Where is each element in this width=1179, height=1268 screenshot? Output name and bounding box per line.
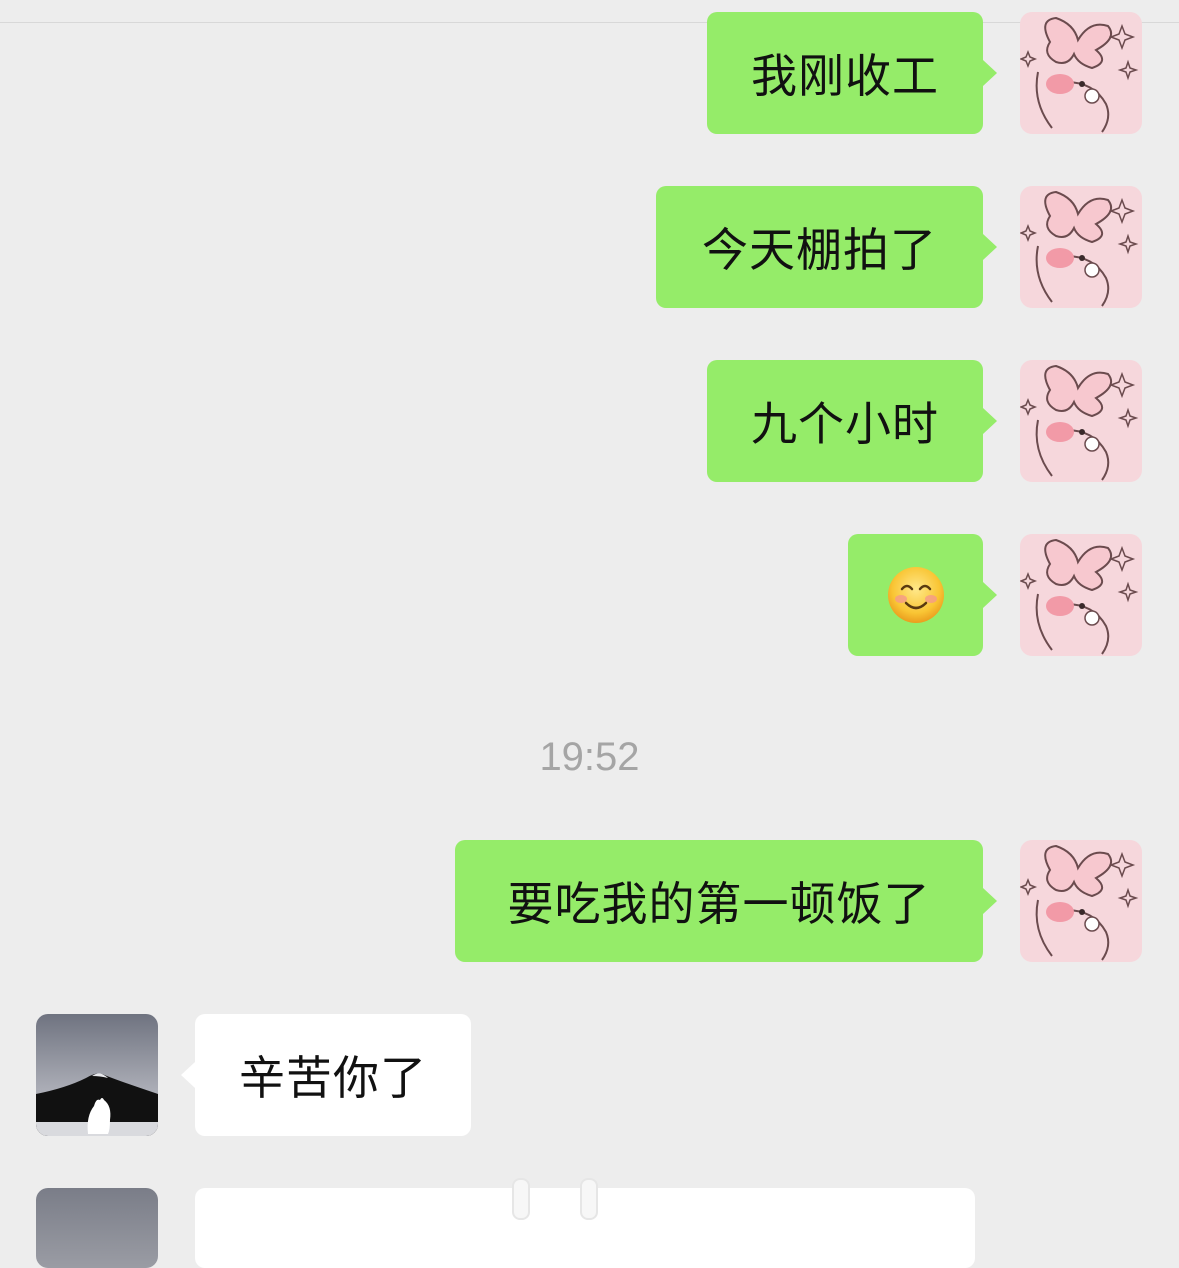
contact-avatar[interactable]: [36, 1188, 158, 1268]
smiling-face-emoji-icon: [887, 567, 944, 623]
bunny-bow-avatar-icon: [1020, 12, 1142, 134]
message-text: 辛苦你了: [239, 1051, 427, 1105]
my-avatar[interactable]: [1020, 360, 1142, 482]
my-avatar[interactable]: [1020, 12, 1142, 134]
chat-timestamp: 19:52: [539, 735, 640, 779]
message-bubble[interactable]: 九个小时: [707, 360, 997, 482]
contact-avatar[interactable]: [36, 1014, 158, 1136]
message-text: 要吃我的第一顿饭了: [507, 877, 931, 931]
my-avatar[interactable]: [1020, 840, 1142, 962]
my-avatar[interactable]: [1020, 186, 1142, 308]
bunny-bow-avatar-icon: [1020, 840, 1142, 962]
message-bubble[interactable]: [848, 534, 997, 656]
mountain-dog-photo-icon: [36, 1014, 158, 1136]
message-bubble[interactable]: 要吃我的第一顿饭了: [455, 840, 997, 962]
scroll-indicator: [580, 1178, 598, 1220]
bunny-bow-avatar-icon: [1020, 534, 1142, 656]
top-divider: [0, 0, 1179, 23]
message-bubble[interactable]: 辛苦你了: [181, 1014, 471, 1136]
bunny-bow-avatar-icon: [1020, 186, 1142, 308]
message-bubble[interactable]: 我刚收工: [707, 12, 997, 134]
bunny-bow-avatar-icon: [1020, 360, 1142, 482]
message-text: 我刚收工: [751, 49, 939, 103]
scroll-indicator: [512, 1178, 530, 1220]
my-avatar[interactable]: [1020, 534, 1142, 656]
message-text: 九个小时: [751, 397, 939, 451]
message-bubble[interactable]: 今天棚拍了: [656, 186, 997, 308]
message-text: 今天棚拍了: [702, 223, 937, 277]
